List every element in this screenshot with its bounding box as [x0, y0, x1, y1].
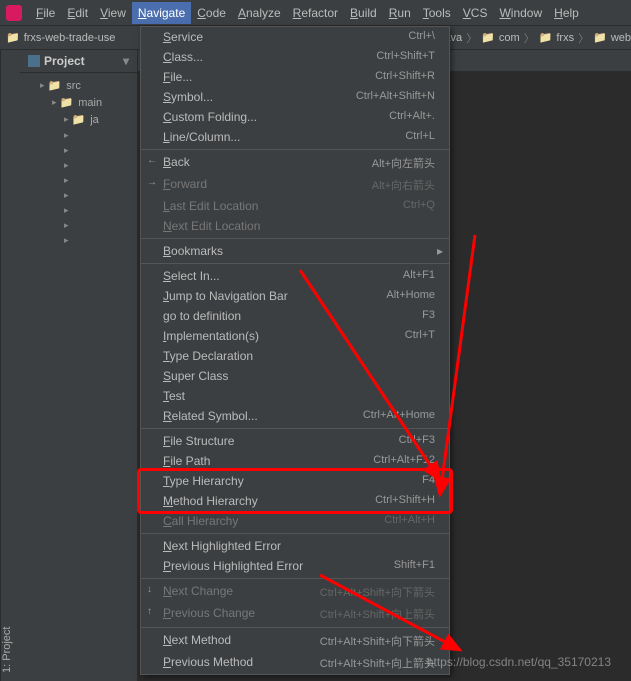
menu-item-method-hierarchy[interactable]: Method HierarchyCtrl+Shift+H	[141, 491, 449, 511]
menu-item-file[interactable]: File...Ctrl+Shift+R	[141, 67, 449, 87]
menu-refactor[interactable]: Refactor	[287, 2, 344, 24]
menu-item-class[interactable]: Class...Ctrl+Shift+T	[141, 47, 449, 67]
project-header[interactable]: Project ▾	[20, 50, 137, 73]
tree-node-collapsed[interactable]: ▸	[28, 173, 137, 188]
menu-item-forward: →ForwardAlt+向右箭头	[141, 174, 449, 196]
menu-file[interactable]: File	[30, 2, 61, 24]
tree-node-collapsed[interactable]: ▸	[28, 158, 137, 173]
menu-analyze[interactable]: Analyze	[232, 2, 287, 24]
menu-tools[interactable]: Tools	[417, 2, 457, 24]
project-title: Project	[44, 54, 85, 68]
menu-item-call-hierarchy: Call HierarchyCtrl+Alt+H	[141, 511, 449, 531]
menu-item-select-in[interactable]: Select In...Alt+F1	[141, 266, 449, 286]
watermark: https://blog.csdn.net/qq_35170213	[427, 655, 611, 669]
tree-node-collapsed[interactable]: ▸	[28, 188, 137, 203]
menu-item-go-to-definition[interactable]: go to definitionF3	[141, 306, 449, 326]
tree-node-collapsed[interactable]: ▸	[28, 203, 137, 218]
breadcrumb-item[interactable]: frxs	[539, 31, 574, 44]
menu-item-next-edit-location: Next Edit Location	[141, 216, 449, 236]
tree-node[interactable]: ▸main	[28, 94, 137, 111]
menu-item-previous-method[interactable]: Previous MethodCtrl+Alt+Shift+向上箭头	[141, 652, 449, 674]
breadcrumb-item[interactable]: web	[593, 31, 631, 44]
menu-separator	[141, 627, 449, 628]
menu-item-test[interactable]: Test	[141, 386, 449, 406]
menu-item-type-hierarchy[interactable]: Type HierarchyF4	[141, 471, 449, 491]
menu-run[interactable]: Run	[383, 2, 417, 24]
menu-edit[interactable]: Edit	[61, 2, 94, 24]
menu-item-implementation-s[interactable]: Implementation(s)Ctrl+T	[141, 326, 449, 346]
menu-item-bookmarks[interactable]: Bookmarks	[141, 241, 449, 261]
menu-item-back[interactable]: ←BackAlt+向左箭头	[141, 152, 449, 174]
menu-separator	[141, 263, 449, 264]
project-panel: Project ▾ ▸src▸main▸ja▸▸▸▸▸▸▸▸	[20, 50, 138, 681]
folder-icon	[6, 31, 22, 44]
menu-item-next-change: ↓Next ChangeCtrl+Alt+Shift+向下箭头	[141, 581, 449, 603]
menu-build[interactable]: Build	[344, 2, 383, 24]
menu-separator	[141, 238, 449, 239]
breadcrumb-label: frxs-web-trade-use	[24, 32, 116, 44]
menu-window[interactable]: Window	[493, 2, 548, 24]
app-icon	[6, 5, 22, 21]
menu-item-next-highlighted-error[interactable]: Next Highlighted Error	[141, 536, 449, 556]
tool-window-stripe[interactable]: 1: Project	[0, 50, 20, 681]
menu-item-file-path[interactable]: File PathCtrl+Alt+F12	[141, 451, 449, 471]
sidebar-tab-label: 1: Project	[1, 627, 13, 673]
menu-separator	[141, 428, 449, 429]
menu-navigate[interactable]: Navigate	[132, 2, 191, 24]
tree-node-collapsed[interactable]: ▸	[28, 218, 137, 233]
navigate-menu-dropdown: ServiceCtrl+\Class...Ctrl+Shift+TFile...…	[140, 26, 450, 675]
menu-vcs[interactable]: VCS	[457, 2, 494, 24]
tree-node-collapsed[interactable]: ▸	[28, 128, 137, 143]
project-icon	[28, 55, 40, 67]
tree-node[interactable]: ▸ja	[28, 111, 137, 128]
menu-item-previous-highlighted-error[interactable]: Previous Highlighted ErrorShift+F1	[141, 556, 449, 576]
menu-item-file-structure[interactable]: File StructureCtrl+F3	[141, 431, 449, 451]
menu-view[interactable]: View	[94, 2, 132, 24]
breadcrumb-project[interactable]: frxs-web-trade-use	[6, 31, 115, 44]
breadcrumb-item[interactable]: com	[481, 31, 519, 44]
menubar: FileEditViewNavigateCodeAnalyzeRefactorB…	[0, 0, 631, 26]
menu-code[interactable]: Code	[191, 2, 232, 24]
menu-item-jump-to-navigation-bar[interactable]: Jump to Navigation BarAlt+Home	[141, 286, 449, 306]
menu-item-line-column[interactable]: Line/Column...Ctrl+L	[141, 127, 449, 147]
menu-item-related-symbol[interactable]: Related Symbol...Ctrl+Alt+Home	[141, 406, 449, 426]
menu-item-custom-folding[interactable]: Custom Folding...Ctrl+Alt+.	[141, 107, 449, 127]
tree-node-collapsed[interactable]: ▸	[28, 143, 137, 158]
menu-help[interactable]: Help	[548, 2, 585, 24]
tree-node[interactable]: ▸src	[28, 77, 137, 94]
menu-item-type-declaration[interactable]: Type Declaration	[141, 346, 449, 366]
menu-item-previous-change: ↑Previous ChangeCtrl+Alt+Shift+向上箭头	[141, 603, 449, 625]
menu-separator	[141, 149, 449, 150]
menu-separator	[141, 578, 449, 579]
menu-item-service[interactable]: ServiceCtrl+\	[141, 27, 449, 47]
menu-item-super-class[interactable]: Super Class	[141, 366, 449, 386]
menu-item-symbol[interactable]: Symbol...Ctrl+Alt+Shift+N	[141, 87, 449, 107]
project-tree[interactable]: ▸src▸main▸ja▸▸▸▸▸▸▸▸	[20, 73, 137, 252]
tree-node-collapsed[interactable]: ▸	[28, 233, 137, 248]
menu-item-next-method[interactable]: Next MethodCtrl+Alt+Shift+向下箭头	[141, 630, 449, 652]
menu-item-last-edit-location: Last Edit LocationCtrl+Q	[141, 196, 449, 216]
menu-separator	[141, 533, 449, 534]
